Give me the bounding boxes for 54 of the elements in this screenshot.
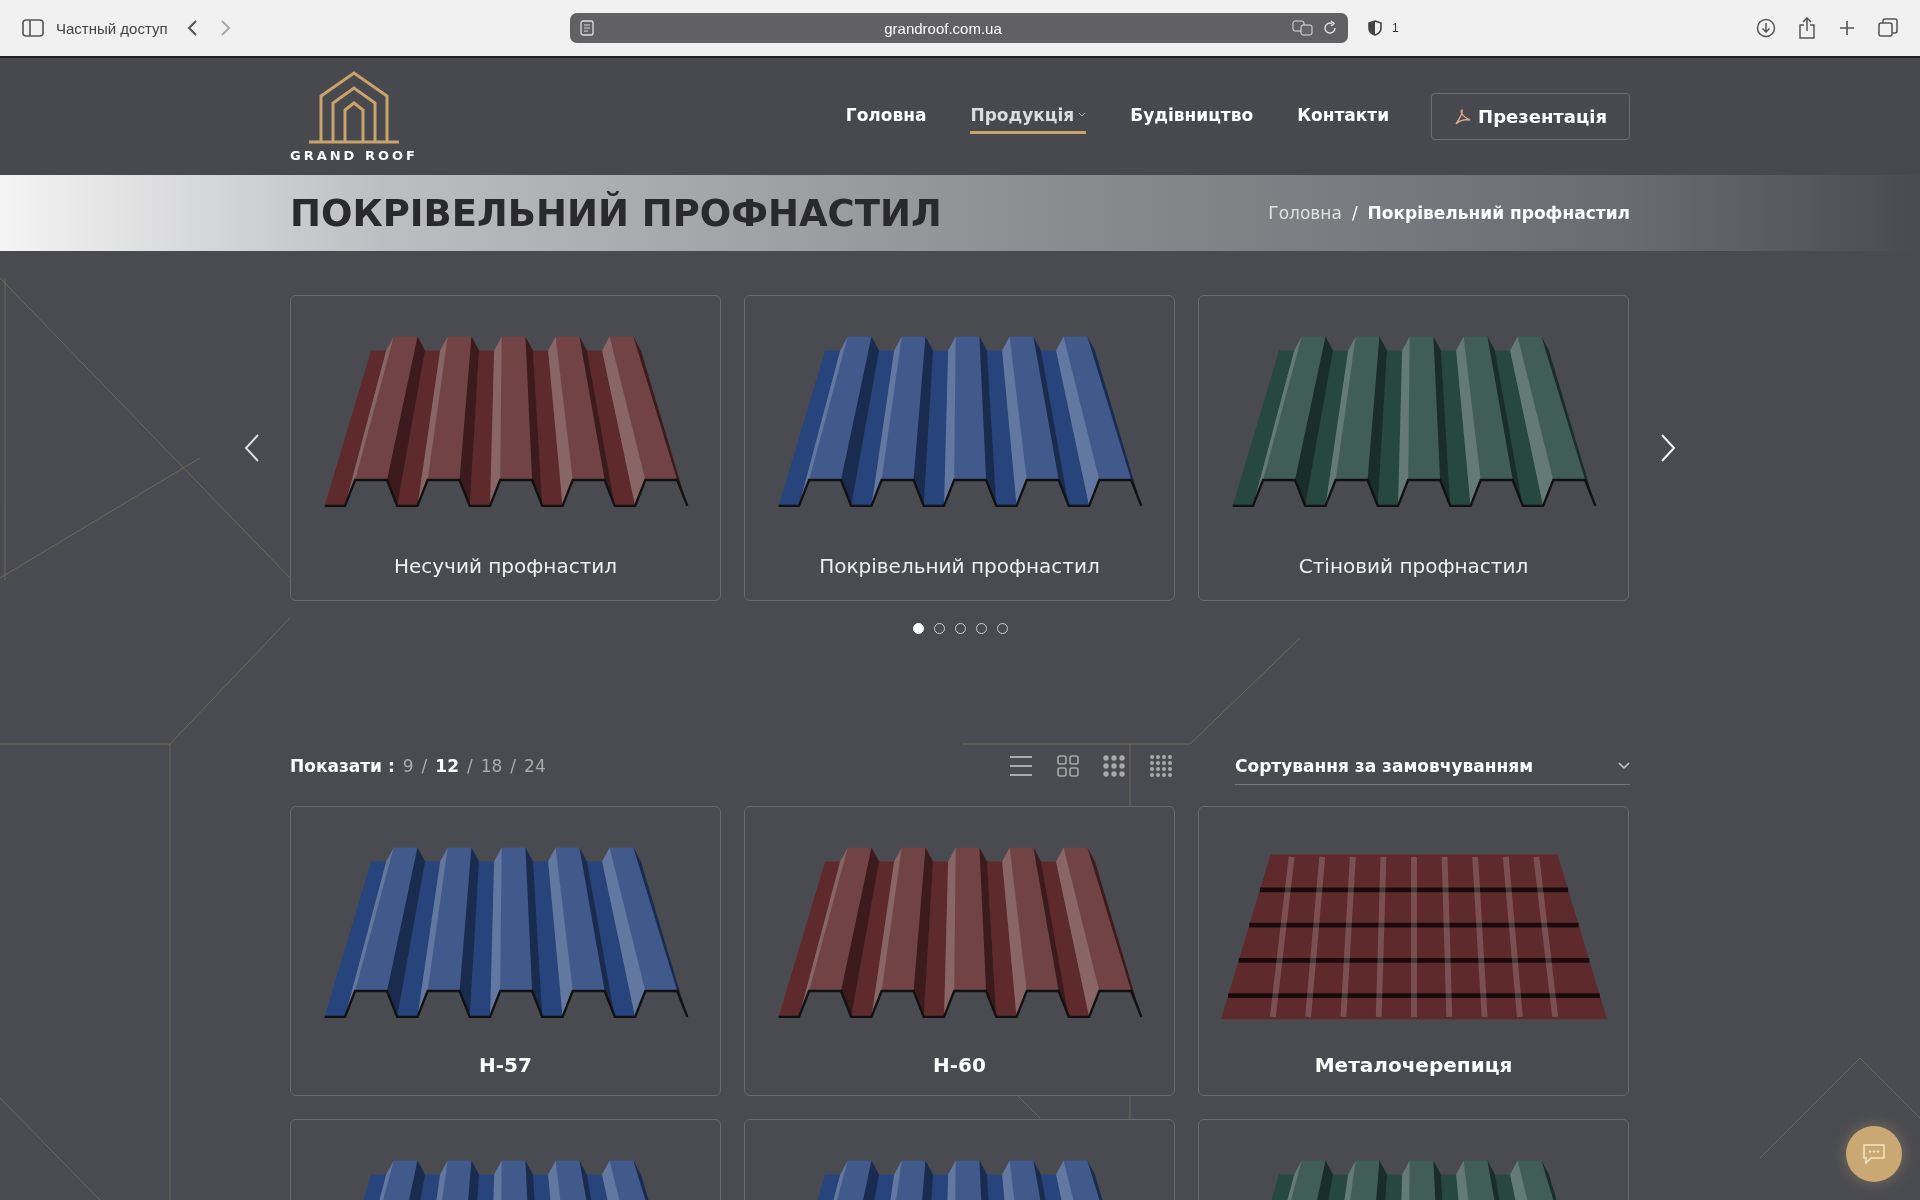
shield-icon[interactable] (1368, 20, 1382, 36)
page-size-option[interactable]: 9 (402, 756, 414, 776)
page-title: ПОКРІВЕЛЬНИЙ ПРОФНАСТИЛ (290, 191, 942, 235)
product-card[interactable]: Металочерепиця (1198, 806, 1629, 1096)
category-name: Стіновий профнастил (1298, 554, 1529, 578)
product-name: Металочерепиця (1314, 1053, 1513, 1077)
page-size-separator: / (421, 756, 428, 776)
category-card[interactable]: Стіновий профнастил (1198, 295, 1629, 601)
download-icon[interactable] (1756, 18, 1776, 38)
breadcrumb-current: Покрівельний профнастил (1367, 203, 1630, 223)
list-view-icon[interactable] (1009, 755, 1033, 777)
chat-icon (1862, 1143, 1886, 1165)
product-card[interactable]: Н-57 (290, 806, 721, 1096)
category-card[interactable]: Покрівельний профнастил (744, 295, 1175, 601)
product-card[interactable]: Н-60 (744, 806, 1175, 1096)
reload-icon[interactable] (1322, 20, 1338, 36)
breadcrumb-separator: / (1351, 203, 1358, 223)
page-size-option[interactable]: 24 (524, 756, 546, 776)
share-icon[interactable] (1798, 17, 1816, 39)
dots-grid-icon[interactable] (1103, 755, 1125, 777)
grid-view-icon[interactable] (1057, 755, 1079, 777)
page-size-option[interactable]: 12 (435, 756, 459, 776)
dense-grid-icon[interactable] (1149, 754, 1173, 778)
product-name: Н-57 (479, 1053, 532, 1077)
show-label: Показати : (290, 756, 395, 776)
category-name: Несучий профнастил (393, 554, 618, 578)
tabs-icon[interactable] (1878, 18, 1898, 38)
page-size-option[interactable]: 18 (480, 756, 503, 776)
nav-link[interactable]: Головна (845, 99, 927, 134)
category-name: Покрівельний профнастил (819, 554, 1100, 578)
sidebar-icon[interactable] (22, 19, 44, 37)
house-logo-icon[interactable] (306, 70, 401, 144)
translate-icon[interactable] (1292, 20, 1314, 36)
nav-link[interactable]: Контакти (1297, 99, 1390, 134)
nav-link[interactable]: Будівництво (1130, 99, 1254, 134)
page-size-separator: / (510, 756, 517, 776)
presentation-button[interactable]: Презентація (1431, 93, 1630, 140)
back-icon[interactable] (185, 19, 200, 37)
chat-button[interactable] (1846, 1126, 1902, 1182)
chevron-down-icon (1618, 761, 1630, 770)
category-card[interactable]: Несучий профнастил (290, 295, 721, 601)
blocked-count: 1 (1392, 21, 1399, 35)
caret-icon (1078, 112, 1087, 118)
page-icon (580, 20, 594, 36)
logo-text[interactable]: GRAND ROOF (290, 148, 418, 163)
address-bar[interactable]: grandroof.com.ua (570, 13, 1348, 43)
new-tab-icon[interactable] (1838, 19, 1856, 37)
pdf-icon (1454, 107, 1473, 126)
sort-dropdown[interactable]: Сортування за замовчуванням (1235, 747, 1630, 785)
url-text: grandroof.com.ua (883, 19, 1003, 37)
product-name: Н-60 (933, 1053, 986, 1077)
page-size-separator: / (467, 756, 473, 776)
nav-link[interactable]: Продукція (970, 99, 1087, 134)
private-mode-label: Частный доступ (56, 19, 168, 37)
